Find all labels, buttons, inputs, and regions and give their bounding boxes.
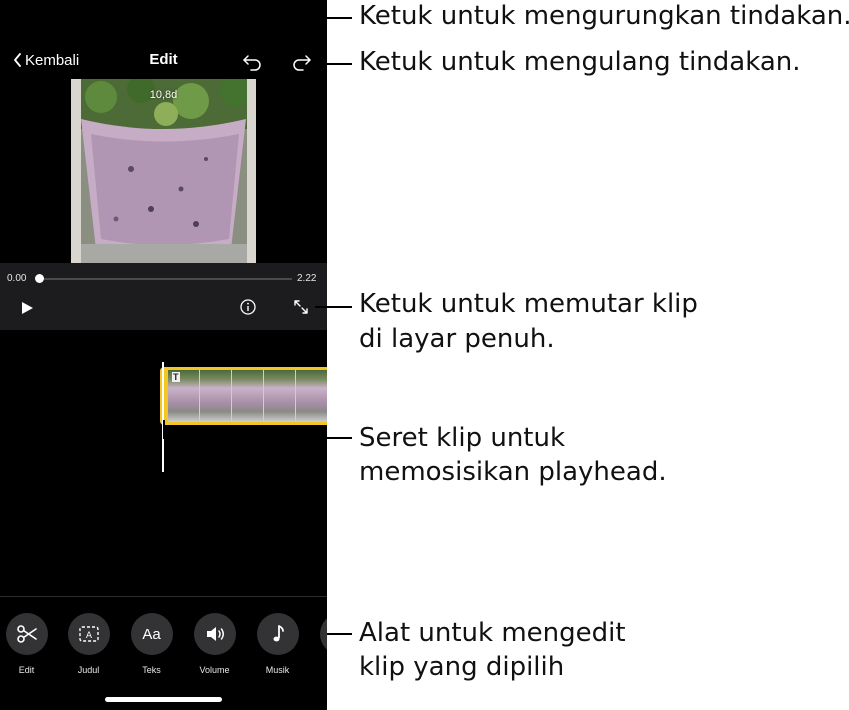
scrubber-knob[interactable] [35,274,44,283]
scrubber-track[interactable] [39,278,292,280]
callout-redo: Ketuk untuk mengulang tindakan. [359,47,801,77]
callout-drag-line2: memosisikan playhead. [359,457,667,487]
clip-frames [168,370,327,422]
volume-icon [193,613,236,655]
music-icon [256,613,299,655]
timeline[interactable]: T [0,330,327,596]
callout-fullscreen-line [315,306,352,308]
callout-undo: Ketuk untuk mengurungkan tindakan. [359,1,849,31]
video-clip[interactable]: T [160,367,327,425]
tool-label: Judul [77,665,100,675]
expand-icon[interactable] [292,298,310,316]
scissors-icon [5,613,48,655]
clip-frame [232,370,264,422]
callout-tools-line2: klip yang dipilih [359,652,565,682]
tool-label: Volume [199,665,230,675]
callout-tools-line1: Alat untuk mengedit [359,618,626,648]
clip-frame [200,370,232,422]
play-icon[interactable] [18,299,36,317]
undo-icon[interactable] [242,49,264,71]
divider [0,596,327,597]
home-indicator [105,697,222,702]
duration-badge: 10,8d [149,89,178,101]
smoothie-blender-image [71,79,256,263]
tool-edit[interactable]: Edit [0,613,58,675]
tool-music[interactable]: Musik [246,613,309,675]
clip-frame [296,370,327,422]
tool-icon [319,613,327,655]
start-time: 0.00 [7,273,27,284]
tool-label: Musik [265,665,290,675]
text-icon: Aa [130,613,173,655]
callout-fullscreen-line1: Ketuk untuk memutar klip [359,289,698,319]
tool-volume[interactable]: Volume [183,613,246,675]
callout-fullscreen-line2: di layar penuh. [359,324,555,354]
tool-partial[interactable]: Ve [309,613,327,675]
tool-label: Ve [309,665,327,675]
callout-drag-line1: Seret klip untuk [359,423,566,453]
tool-title[interactable]: A Judul [57,613,120,675]
clip-title-mark: T [172,372,180,382]
redo-icon[interactable] [290,49,312,71]
tool-label: Teks [142,665,161,675]
end-time: 2.22 [297,273,317,284]
callout-undo-line [252,17,254,47]
svg-text:A: A [85,631,92,641]
clip-frame [264,370,296,422]
callout-drag-line [163,420,165,437]
callout-drag-line [163,437,352,439]
callout-redo-line [318,63,352,65]
title-icon: A [67,613,110,655]
video-preview[interactable]: 10,8d [71,79,256,263]
tool-text[interactable]: Aa Teks [120,613,183,675]
playhead [162,362,164,472]
phone-screen: Kembali Edit 10,8d 0.00 2.22 T Edit A Ju… [0,0,327,710]
callout-tools-line [327,633,352,635]
callout-undo-line [252,17,352,19]
playback-controls: 0.00 2.22 [0,263,327,330]
page-title: Edit [149,51,178,68]
tool-label: Edit [18,665,35,675]
info-icon[interactable] [239,298,257,316]
